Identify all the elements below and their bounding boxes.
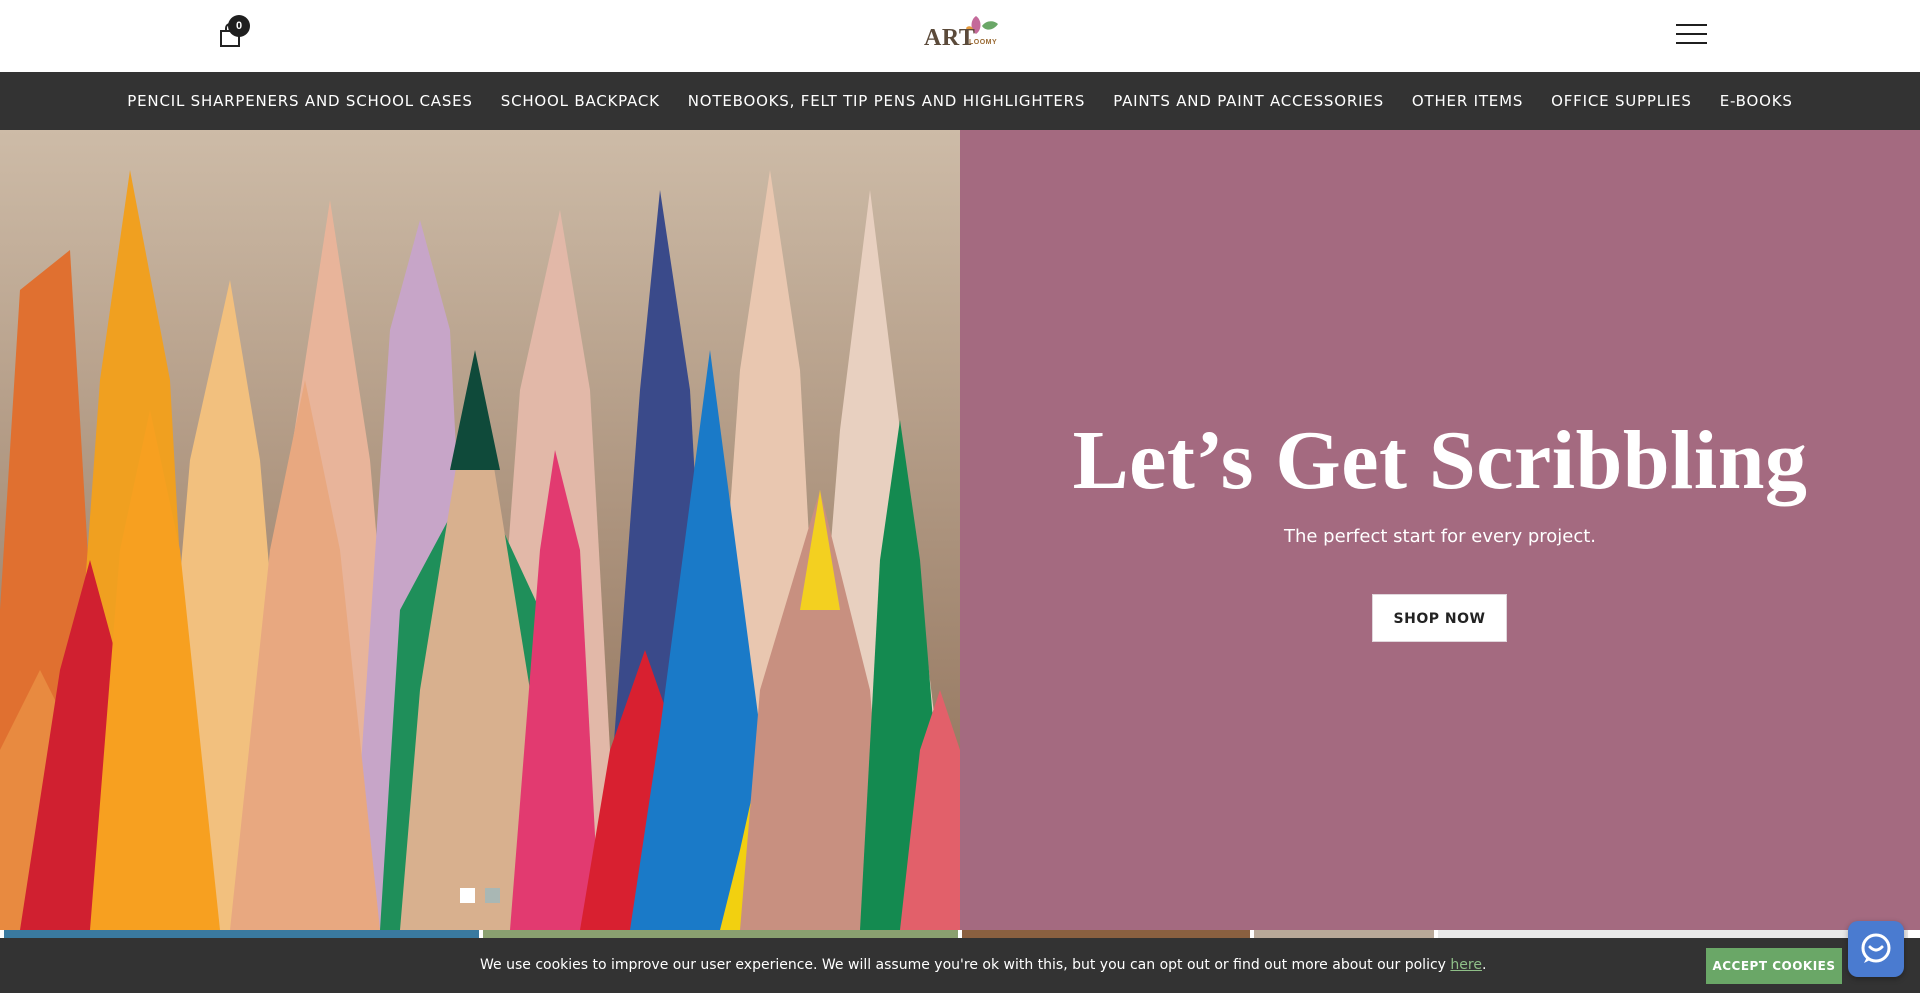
cart-count-badge: 0 bbox=[228, 15, 250, 37]
category-thumbnail[interactable] bbox=[1438, 930, 1908, 938]
nav-item-other-items[interactable]: OTHER ITEMS bbox=[1398, 92, 1537, 110]
category-thumbnail-strip bbox=[0, 930, 1920, 938]
nav-item-office-supplies[interactable]: OFFICE SUPPLIES bbox=[1537, 92, 1706, 110]
cookie-policy-link[interactable]: here bbox=[1450, 957, 1482, 973]
category-thumbnail[interactable] bbox=[4, 930, 479, 938]
hero-pencils-image bbox=[0, 130, 960, 930]
cookie-consent-bar: We use cookies to improve our user exper… bbox=[0, 938, 1920, 993]
hamburger-menu-icon[interactable] bbox=[1676, 24, 1708, 46]
cookie-message-text: We use cookies to improve our user exper… bbox=[480, 957, 1451, 973]
main-nav: PENCIL SHARPENERS AND SCHOOL CASES SCHOO… bbox=[0, 72, 1920, 130]
category-thumbnail[interactable] bbox=[962, 930, 1250, 938]
hero-slider: Let’s Get Scribbling The perfect start f… bbox=[0, 130, 1920, 930]
hero-subtitle: The perfect start for every project. bbox=[1283, 526, 1597, 547]
accept-cookies-button[interactable]: ACCEPT COOKIES bbox=[1706, 948, 1842, 984]
logo-wordmark: ART bbox=[924, 25, 976, 51]
chat-bubble-icon[interactable] bbox=[1848, 921, 1904, 977]
shop-now-button[interactable]: SHOP NOW bbox=[1372, 594, 1507, 642]
category-thumbnail[interactable] bbox=[1254, 930, 1434, 938]
slider-pagination bbox=[460, 888, 500, 903]
site-header: 0 ART LOOMY bbox=[0, 0, 1920, 72]
cookie-message-suffix: . bbox=[1481, 957, 1487, 973]
nav-item-paints[interactable]: PAINTS AND PAINT ACCESSORIES bbox=[1099, 92, 1398, 110]
logo-subtext: LOOMY bbox=[969, 39, 998, 46]
site-logo[interactable]: ART LOOMY bbox=[920, 12, 1006, 52]
nav-item-pencil-sharpeners[interactable]: PENCIL SHARPENERS AND SCHOOL CASES bbox=[113, 92, 486, 110]
nav-item-school-backpack[interactable]: SCHOOL BACKPACK bbox=[487, 92, 674, 110]
category-thumbnail[interactable] bbox=[483, 930, 958, 938]
slide-dot-2[interactable] bbox=[485, 888, 500, 903]
hero-promo-panel: Let’s Get Scribbling The perfect start f… bbox=[960, 130, 1920, 930]
slide-dot-1[interactable] bbox=[460, 888, 475, 903]
cookie-message: We use cookies to improve our user exper… bbox=[480, 957, 1486, 973]
nav-item-notebooks[interactable]: NOTEBOOKS, FELT TIP PENS AND HIGHLIGHTER… bbox=[674, 92, 1099, 110]
nav-item-e-books[interactable]: E-BOOKS bbox=[1706, 92, 1807, 110]
hero-title: Let’s Get Scribbling bbox=[1072, 414, 1808, 507]
